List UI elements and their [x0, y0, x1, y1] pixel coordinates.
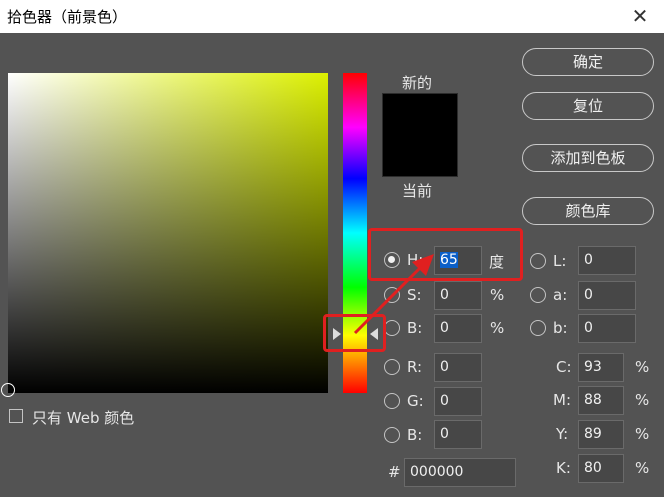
annotation-arrow — [353, 254, 434, 335]
